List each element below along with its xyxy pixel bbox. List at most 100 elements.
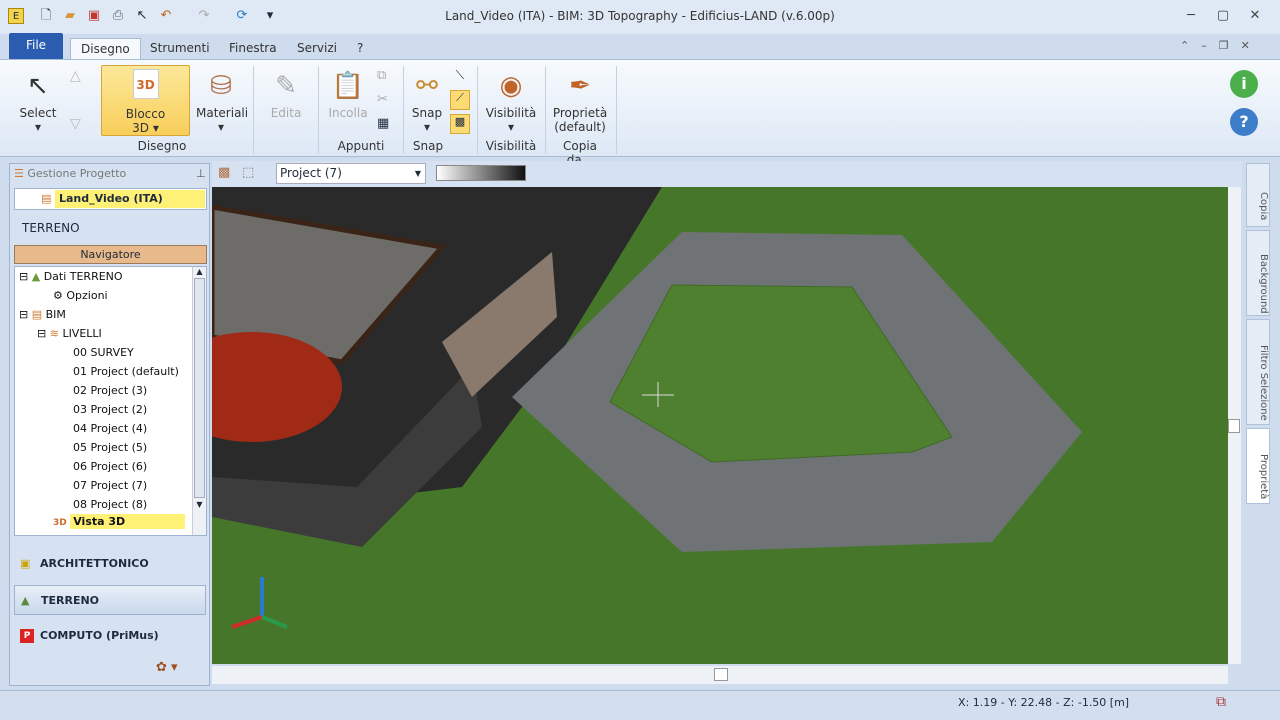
cut-icon[interactable]: ✂ bbox=[377, 92, 388, 107]
tab-finestra[interactable]: Finestra bbox=[219, 38, 287, 60]
info-icon[interactable]: i bbox=[1230, 70, 1258, 98]
module-terreno[interactable]: ▲ TERRENO bbox=[14, 585, 206, 615]
label: Materiali bbox=[196, 106, 249, 120]
edita-button[interactable]: ✎ Edita bbox=[262, 66, 310, 120]
cursor-icon: ↖ bbox=[27, 71, 49, 101]
modules-config-icon[interactable]: ✿ ▾ bbox=[156, 660, 178, 675]
tree-item[interactable]: 02 Project (3) bbox=[73, 384, 147, 397]
tab-help[interactable]: ? bbox=[347, 38, 373, 60]
label: 3D bbox=[132, 121, 150, 135]
label: ARCHITETTONICO bbox=[40, 557, 149, 570]
brightness-slider[interactable] bbox=[436, 165, 526, 181]
tree-item[interactable]: 07 Project (7) bbox=[73, 479, 147, 492]
3d-viewport[interactable] bbox=[212, 187, 1228, 664]
up-arrow-icon[interactable]: △ bbox=[70, 68, 81, 84]
ribbon: ↖ Select ▾ △ ▽ 3D Blocco 3D ▾ ⛁ Materiali ▾ D… bbox=[0, 59, 1280, 167]
3d-scene bbox=[212, 187, 1228, 664]
snap-button[interactable]: ⚯ Snap ▾ bbox=[408, 66, 446, 134]
gear-icon: ⚙ bbox=[53, 289, 63, 302]
label: (default) bbox=[554, 120, 606, 134]
incolla-button[interactable]: 📋 Incolla bbox=[326, 66, 370, 120]
scroll-thumb[interactable] bbox=[1228, 419, 1240, 433]
tab-background[interactable]: Background bbox=[1246, 230, 1270, 316]
level-dropdown[interactable]: Project (7) ▼ bbox=[276, 163, 426, 184]
module-architettonico[interactable]: ▣ ARCHITETTONICO bbox=[14, 549, 206, 579]
tree-item[interactable]: 05 Project (5) bbox=[73, 441, 147, 454]
divider bbox=[253, 66, 254, 154]
tree-item[interactable]: 03 Project (2) bbox=[73, 403, 147, 416]
3d-view-icon: 3D bbox=[53, 518, 67, 528]
close-button[interactable]: ✕ bbox=[1240, 8, 1270, 23]
navigator-tree: ⊟ ▲ Dati TERRENO ⚙ Opzioni ⊟ ▤ BIM ⊟ ≋ L… bbox=[14, 266, 207, 536]
label: Proprietà bbox=[552, 106, 608, 120]
tree-item[interactable]: ⊟ ▲ Dati TERRENO bbox=[19, 270, 123, 283]
module-computo[interactable]: P COMPUTO (PriMus) bbox=[14, 621, 206, 651]
minimize-button[interactable]: ─ bbox=[1176, 8, 1206, 23]
label: Blocco bbox=[125, 107, 166, 121]
project-item[interactable]: ▤ Land_Video (ITA) bbox=[14, 188, 207, 210]
divider bbox=[616, 66, 617, 154]
tree-item[interactable]: 08 Project (8) bbox=[73, 498, 147, 511]
label: TERRENO bbox=[41, 594, 100, 607]
project-name: Land_Video (ITA) bbox=[55, 190, 205, 208]
status-bar: X: 1.19 - Y: 22.48 - Z: -1.50 [m] ⧉ bbox=[0, 690, 1280, 720]
tab-strumenti[interactable]: Strumenti bbox=[140, 38, 220, 60]
blocco-3d-button[interactable]: 3D Blocco 3D ▾ bbox=[101, 65, 190, 136]
view-toolbar: ▩ ⬚ Project (7) ▼ bbox=[212, 161, 1242, 187]
chevron-down-icon: ▼ bbox=[414, 169, 421, 178]
tree-item[interactable]: 00 SURVEY bbox=[73, 346, 134, 359]
tree-item[interactable]: ⊟ ≋ LIVELLI bbox=[37, 327, 102, 340]
tree-icon: ☰ bbox=[14, 167, 24, 180]
paste-special-icon[interactable]: ▦ bbox=[377, 116, 389, 131]
group-snap: Snap bbox=[412, 139, 444, 153]
tab-copia[interactable]: Copia bbox=[1246, 163, 1270, 227]
architecture-icon: ▣ bbox=[20, 557, 31, 570]
pin-icon[interactable]: ⊥ bbox=[196, 167, 206, 180]
copy-icon[interactable]: ⧉ bbox=[377, 68, 386, 83]
clipboard-icon: 📋 bbox=[331, 71, 365, 101]
title-bar: E 🗋 ▰ ▣ ⎙ ↖ ↶ ↷ ⟳ ▾ Land_Video (ITA) - B… bbox=[0, 0, 1280, 34]
tab-proprieta[interactable]: Proprietà bbox=[1246, 428, 1270, 504]
tree-item[interactable]: ⚙ Opzioni bbox=[53, 289, 108, 302]
snap-line-icon[interactable]: ⟋ bbox=[450, 90, 470, 110]
help-icon[interactable]: ? bbox=[1230, 108, 1258, 136]
horizontal-scrollbar[interactable] bbox=[212, 666, 1228, 684]
visibility-icon: ◉ bbox=[499, 71, 523, 101]
navigator-header[interactable]: Navigatore bbox=[14, 245, 207, 264]
selection-filter-icon[interactable]: ⧉ bbox=[1216, 694, 1226, 710]
snap-option-icon[interactable]: ⟍ bbox=[450, 68, 470, 86]
tree-item[interactable]: 01 Project (default) bbox=[73, 365, 179, 378]
group-appunti: Appunti bbox=[337, 139, 385, 153]
divider bbox=[318, 66, 319, 154]
tree-item-selected[interactable]: 3D Vista 3D bbox=[53, 514, 186, 529]
texture-icon[interactable]: ▩ bbox=[218, 165, 230, 180]
label: LIVELLI bbox=[62, 327, 102, 340]
zoom-extents-icon[interactable]: ⬚ bbox=[242, 165, 254, 180]
tree-item[interactable]: 06 Project (6) bbox=[73, 460, 147, 473]
snap-grid-icon[interactable]: ▩ bbox=[450, 114, 470, 134]
primus-icon: P bbox=[20, 629, 34, 643]
label: Edita bbox=[270, 106, 302, 120]
scroll-thumb[interactable] bbox=[714, 668, 728, 681]
maximize-button[interactable]: ▢ bbox=[1208, 8, 1238, 23]
tree-item[interactable]: 04 Project (4) bbox=[73, 422, 147, 435]
proprieta-button[interactable]: ✒ Proprietà (default) bbox=[551, 66, 609, 134]
vertical-scrollbar[interactable] bbox=[1228, 187, 1241, 664]
visibilita-button[interactable]: ◉ Visibilità ▾ bbox=[484, 66, 538, 134]
materiali-button[interactable]: ⛁ Materiali ▾ bbox=[196, 66, 249, 134]
select-button[interactable]: ↖ Select ▾ bbox=[14, 66, 62, 134]
ribbon-window-controls[interactable]: ⌃–❐✕ bbox=[1180, 39, 1262, 52]
down-arrow-icon[interactable]: ▽ bbox=[70, 116, 81, 132]
file-menu-button[interactable]: File bbox=[9, 33, 63, 59]
tree-item[interactable]: ⊟ ▤ BIM bbox=[19, 308, 66, 321]
label: Snap bbox=[411, 106, 443, 120]
paint-bucket-icon: ⛁ bbox=[210, 71, 232, 101]
label: Visibilità bbox=[485, 106, 537, 120]
brush-icon: ✎ bbox=[275, 71, 297, 101]
label: Opzioni bbox=[66, 289, 108, 302]
tree-scrollbar[interactable]: ▲ ▼ bbox=[192, 267, 206, 535]
tab-servizi[interactable]: Servizi bbox=[287, 38, 347, 60]
tab-disegno[interactable]: Disegno bbox=[70, 38, 141, 60]
tab-filtro-selezione[interactable]: Filtro Selezione bbox=[1246, 319, 1270, 425]
project-panel: ☰ Gestione Progetto ⊥ ▤ Land_Video (ITA) … bbox=[9, 163, 210, 686]
